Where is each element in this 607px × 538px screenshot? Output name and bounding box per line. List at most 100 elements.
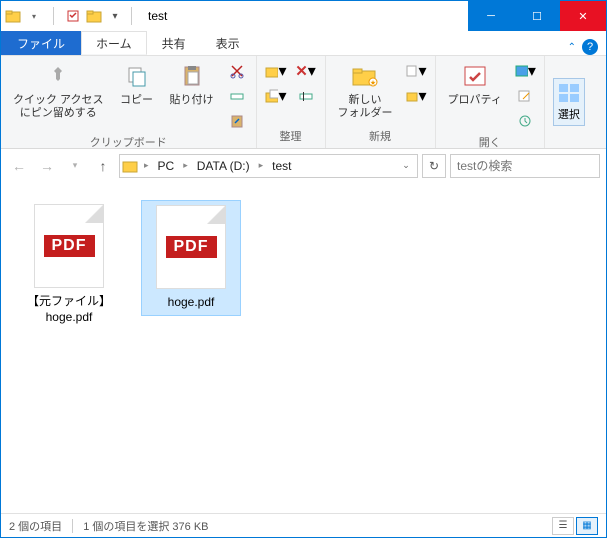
copy-path-icon[interactable] bbox=[226, 85, 248, 107]
history-icon[interactable] bbox=[514, 110, 536, 132]
home-tab[interactable]: ホーム bbox=[81, 31, 147, 55]
pdf-badge: PDF bbox=[44, 235, 95, 257]
folder-icon bbox=[86, 8, 102, 24]
qat-overflow[interactable]: ▾ bbox=[105, 6, 125, 26]
pdf-badge: PDF bbox=[166, 236, 217, 258]
select-label: 選択 bbox=[558, 106, 580, 122]
svg-text:★: ★ bbox=[370, 79, 376, 87]
view-tab[interactable]: 表示 bbox=[201, 31, 255, 55]
ribbon-tabs: ファイル ホーム 共有 表示 ⌃ ? bbox=[1, 31, 606, 56]
back-button[interactable]: ← bbox=[7, 154, 31, 178]
file-item[interactable]: PDF hoge.pdf bbox=[141, 200, 241, 316]
pin-label: クイック アクセス にピン留めする bbox=[13, 94, 104, 120]
chevron-right-icon[interactable]: ▸ bbox=[183, 160, 188, 171]
delete-icon[interactable]: ✕▾ bbox=[295, 60, 317, 82]
window-title: test bbox=[148, 9, 167, 23]
item-count: 2 個の項目 bbox=[9, 518, 62, 534]
file-tab[interactable]: ファイル bbox=[1, 31, 81, 55]
clipboard-small bbox=[224, 58, 250, 134]
search-box[interactable]: 🔍 bbox=[450, 154, 600, 178]
divider bbox=[72, 519, 73, 533]
open-group: プロパティ ▾ 開く bbox=[436, 56, 545, 148]
move-to-icon[interactable]: ▾ bbox=[265, 60, 287, 82]
organize-group-label: 整理 bbox=[280, 128, 302, 146]
new-folder-label: 新しい フォルダー bbox=[338, 94, 393, 120]
share-tab[interactable]: 共有 bbox=[147, 31, 201, 55]
easy-access-icon[interactable]: ▾ bbox=[405, 85, 427, 107]
close-button[interactable]: ✕ bbox=[560, 1, 606, 31]
minimize-button[interactable]: ─ bbox=[468, 1, 514, 31]
properties-label: プロパティ bbox=[448, 94, 502, 107]
collapse-ribbon-icon[interactable]: ⌃ bbox=[568, 42, 576, 53]
edit-icon[interactable] bbox=[514, 85, 536, 107]
copy-icon bbox=[121, 60, 153, 92]
file-name: hoge.pdf bbox=[168, 295, 215, 311]
breadcrumb-pc[interactable]: PC bbox=[155, 159, 178, 173]
selection-info: 1 個の項目を選択 376 KB bbox=[83, 518, 208, 534]
ribbon-controls: ⌃ ? bbox=[568, 39, 606, 55]
organize-col1: ▾ ▾ bbox=[263, 58, 289, 109]
breadcrumb-folder[interactable]: test bbox=[269, 159, 294, 173]
separator bbox=[131, 7, 132, 25]
help-icon[interactable]: ? bbox=[582, 39, 598, 55]
select-button[interactable]: 選択 bbox=[553, 78, 585, 126]
paste-shortcut-icon[interactable] bbox=[226, 110, 248, 132]
qat-dropdown[interactable]: ▾ bbox=[24, 6, 44, 26]
chevron-right-icon[interactable]: ▸ bbox=[144, 160, 149, 171]
folder-icon bbox=[122, 158, 138, 174]
new-group-label: 新規 bbox=[369, 128, 391, 146]
rename-icon[interactable] bbox=[295, 85, 317, 107]
folder-icon bbox=[5, 8, 21, 24]
address-bar[interactable]: ▸ PC ▸ DATA (D:) ▸ test ⌄ bbox=[119, 154, 418, 178]
copy-label: コピー bbox=[120, 94, 153, 107]
file-name: 【元ファイル】 hoge.pdf bbox=[27, 294, 111, 325]
title-bar: ▾ ▾ test ─ ☐ ✕ bbox=[1, 1, 606, 31]
open-small: ▾ bbox=[512, 58, 538, 134]
chevron-right-icon[interactable]: ▸ bbox=[259, 160, 264, 171]
new-group: ★ 新しい フォルダー ▾ ▾ 新規 bbox=[326, 56, 436, 148]
navigation-bar: ← → ▾ ↑ ▸ PC ▸ DATA (D:) ▸ test ⌄ ↻ 🔍 bbox=[1, 149, 606, 182]
paste-label: 貼り付け bbox=[170, 94, 214, 107]
window-controls: ─ ☐ ✕ bbox=[468, 1, 606, 31]
maximize-button[interactable]: ☐ bbox=[514, 1, 560, 31]
clipboard-group: クイック アクセス にピン留めする コピー 貼り付け クリップボード bbox=[1, 56, 257, 148]
select-icon bbox=[557, 82, 581, 104]
properties-button[interactable]: プロパティ bbox=[442, 58, 508, 109]
separator bbox=[53, 7, 54, 25]
copy-to-icon[interactable]: ▾ bbox=[265, 85, 287, 107]
ribbon: クイック アクセス にピン留めする コピー 貼り付け クリップボード bbox=[1, 56, 606, 149]
pdf-file-icon: PDF bbox=[34, 204, 104, 288]
breadcrumb-drive[interactable]: DATA (D:) bbox=[194, 159, 253, 173]
new-folder-icon: ★ bbox=[349, 60, 381, 92]
file-list[interactable]: PDF 【元ファイル】 hoge.pdf PDF hoge.pdf bbox=[1, 182, 606, 513]
status-bar: 2 個の項目 1 個の項目を選択 376 KB ☰ ▦ bbox=[1, 513, 606, 537]
new-folder-button[interactable]: ★ 新しい フォルダー bbox=[332, 58, 399, 122]
file-item[interactable]: PDF 【元ファイル】 hoge.pdf bbox=[19, 200, 119, 329]
address-dropdown[interactable]: ⌄ bbox=[397, 160, 415, 171]
search-input[interactable] bbox=[457, 159, 607, 173]
icons-view-button[interactable]: ▦ bbox=[576, 517, 598, 535]
select-group: 選択 bbox=[545, 56, 593, 148]
details-view-button[interactable]: ☰ bbox=[552, 517, 574, 535]
organize-group: ▾ ▾ ✕▾ 整理 bbox=[257, 56, 326, 148]
paste-button[interactable]: 貼り付け bbox=[164, 58, 220, 109]
organize-col2: ✕▾ bbox=[293, 58, 319, 109]
forward-button[interactable]: → bbox=[35, 154, 59, 178]
open-icon[interactable]: ▾ bbox=[514, 60, 536, 82]
quick-access-toolbar: ▾ ▾ bbox=[5, 6, 125, 26]
qat-properties-icon[interactable] bbox=[63, 6, 83, 26]
pin-icon bbox=[42, 60, 74, 92]
paste-icon bbox=[176, 60, 208, 92]
new-small: ▾ ▾ bbox=[403, 58, 429, 109]
view-mode-buttons: ☰ ▦ bbox=[552, 517, 598, 535]
recent-dropdown[interactable]: ▾ bbox=[63, 154, 87, 178]
refresh-button[interactable]: ↻ bbox=[422, 154, 446, 178]
cut-icon[interactable] bbox=[226, 60, 248, 82]
pin-button[interactable]: クイック アクセス にピン留めする bbox=[7, 58, 110, 122]
pdf-file-icon: PDF bbox=[156, 205, 226, 289]
up-button[interactable]: ↑ bbox=[91, 154, 115, 178]
explorer-window: ▾ ▾ test ─ ☐ ✕ ファイル ホーム 共有 表示 ⌃ ? bbox=[0, 0, 607, 538]
copy-button[interactable]: コピー bbox=[114, 58, 160, 109]
properties-icon bbox=[459, 60, 491, 92]
new-item-icon[interactable]: ▾ bbox=[405, 60, 427, 82]
